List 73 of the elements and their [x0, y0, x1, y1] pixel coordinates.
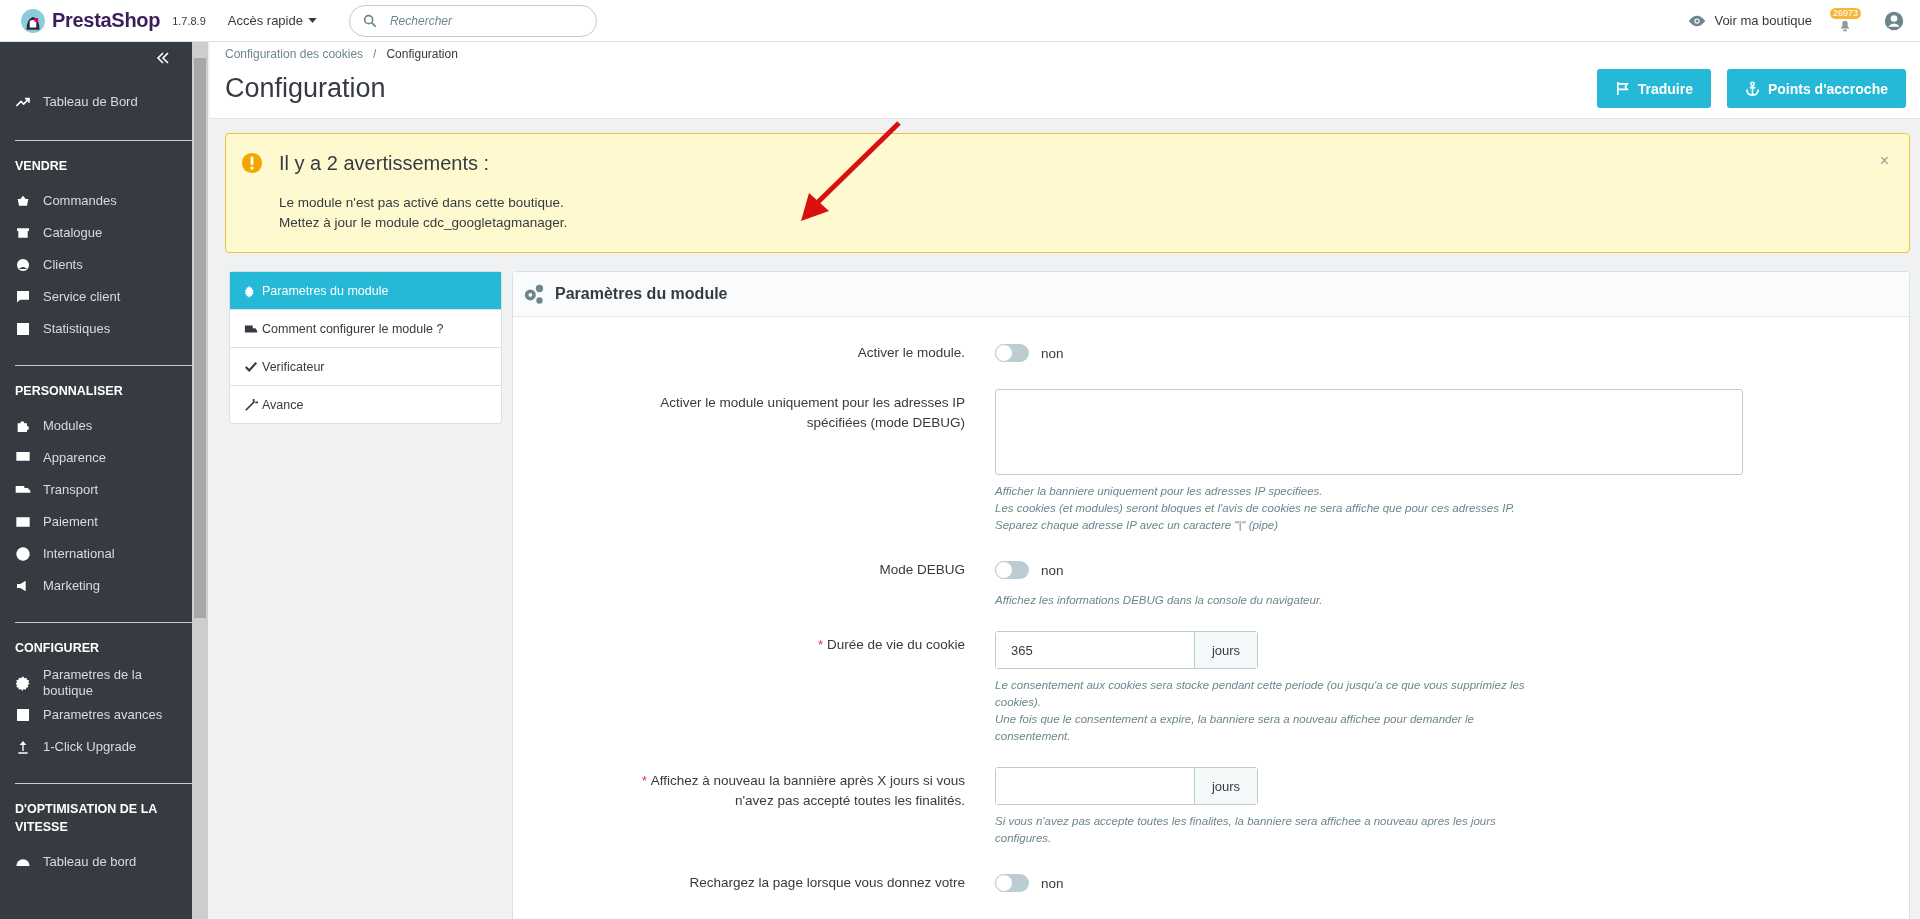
breadcrumb-link[interactable]: Configuration des cookies: [225, 47, 364, 61]
help-text: Si vous n'avez pas accepte toutes les finalites, la banniere sera affichee a nouveau apres les jours configures.: [995, 814, 1497, 846]
sidebar-item[interactable]: Transport: [15, 474, 192, 506]
module-tab[interactable]: Avance: [230, 385, 501, 423]
toggle-state-label: non: [1041, 345, 1064, 361]
search-icon: [361, 12, 378, 29]
input-addon: jours: [1194, 768, 1257, 804]
field-label: Mode DEBUG: [878, 561, 966, 579]
puffin-logo-icon: [20, 7, 46, 34]
warning-icon: [241, 152, 263, 174]
eye-icon: [1688, 14, 1707, 27]
sidebar-item[interactable]: Modules: [15, 410, 192, 442]
textarea-field[interactable]: [995, 389, 1743, 475]
alert-message: Mettez à jour le module cdc_googletagmanager.: [279, 214, 569, 232]
brand-name[interactable]: PrestaShop: [52, 9, 161, 32]
version-label: 1.7.8.9: [172, 14, 206, 27]
field-label: * Durée de vie du cookie: [816, 636, 966, 654]
tab-icon: [244, 397, 258, 412]
collapse-icon[interactable]: [156, 52, 170, 64]
panel-title: Paramètres du module: [555, 285, 728, 303]
sidebar-item[interactable]: Service client: [15, 281, 192, 313]
toggle-switch[interactable]: [995, 344, 1029, 362]
toggle-state-label: non: [1041, 875, 1064, 891]
sidebar-item[interactable]: Parametres avances: [15, 699, 192, 731]
sidebar-section-title: PERSONNALISER: [15, 383, 124, 400]
gears-icon: [523, 283, 545, 305]
alert-title: Il y a 2 avertissements :: [279, 152, 491, 175]
input-addon: jours: [1194, 632, 1257, 668]
field-label: Activer le module.: [856, 344, 966, 362]
anchor-icon: [1744, 81, 1760, 96]
breadcrumb-link[interactable]: Configuration: [386, 47, 458, 61]
sidebar-section-title: VENDRE: [15, 158, 69, 175]
flag-icon: [1614, 81, 1630, 96]
help-text: Le consentement aux cookies sera stocke pendant cette periode (ou jusqu'a ce que vous supprimiez les cookies).: [995, 678, 1526, 710]
sidebar-item[interactable]: Paiement: [15, 506, 192, 538]
field-label: Rechargez la page lorsque vous donnez votre: [688, 874, 966, 892]
sidebar-item[interactable]: Parametres de la boutique: [15, 667, 192, 699]
module-tab[interactable]: Verificateur: [230, 347, 501, 385]
help-text: Affichez les informations DEBUG dans la console du navigateur.: [995, 593, 1324, 608]
sidebar-item[interactable]: Apparence: [15, 442, 192, 474]
sidebar-item[interactable]: 1-Click Upgrade: [15, 731, 192, 763]
field-label: * Affichez à nouveau la bannière après X jours si vous n'avez pas accepté toutes les finalités.: [640, 772, 966, 810]
help-text: Les cookies (et modules) seront bloques et l'avis de cookies ne sera affiche que pour ces adresses IP.: [995, 501, 1516, 516]
toggle-state-label: non: [1041, 562, 1064, 578]
help-text: Une fois que le consentement a expire, la banniere sera a nouveau affichee pour demander le consentement.: [995, 712, 1475, 744]
sidebar-section-title: CONFIGURER: [15, 640, 101, 657]
quick-access-dropdown[interactable]: Accès rapide: [227, 13, 317, 28]
toggle-switch[interactable]: [995, 874, 1029, 892]
sidebar-item[interactable]: Tableau de bord: [15, 846, 192, 878]
sidebar-item[interactable]: Marketing: [15, 570, 192, 602]
help-text: Separez chaque adresse IP avec un caractere "|" (pipe): [995, 518, 1280, 533]
input-field[interactable]: 365 jours: [995, 631, 1258, 669]
help-text: Afficher la banniere uniquement pour les adresses IP specifiees.: [995, 484, 1324, 499]
sidebar-item[interactable]: Statistiques: [15, 313, 192, 345]
user-icon[interactable]: [1884, 10, 1904, 31]
caret-icon: [307, 18, 317, 23]
sidebar-item[interactable]: Commandes: [15, 185, 192, 217]
tab-icon: [244, 359, 258, 374]
notification-badge: 26973: [1830, 7, 1862, 19]
field-label: Activer le module uniquement pour les adresses IP spécifiées (mode DEBUG): [659, 394, 966, 432]
toggle-switch[interactable]: [995, 561, 1029, 579]
sidebar-item[interactable]: Tableau de Bord: [0, 86, 192, 118]
module-tab[interactable]: Comment configurer le module ?: [230, 309, 501, 347]
input-field[interactable]: jours: [995, 767, 1258, 805]
view-shop-link[interactable]: Voir ma boutique: [1688, 13, 1812, 28]
page-title: Configuration: [225, 73, 386, 104]
sidebar-item[interactable]: Clients: [15, 249, 192, 281]
alert-message: Le module n'est pas activé dans cette boutique.: [279, 194, 565, 212]
sidebar-section-title: D'OPTIMISATION DE LA VITESSE: [15, 801, 158, 836]
scrollbar[interactable]: [192, 42, 210, 919]
sidebar-item[interactable]: International: [15, 538, 192, 570]
sidebar-item[interactable]: Catalogue: [15, 217, 192, 249]
breadcrumb-separator: /: [373, 47, 377, 61]
